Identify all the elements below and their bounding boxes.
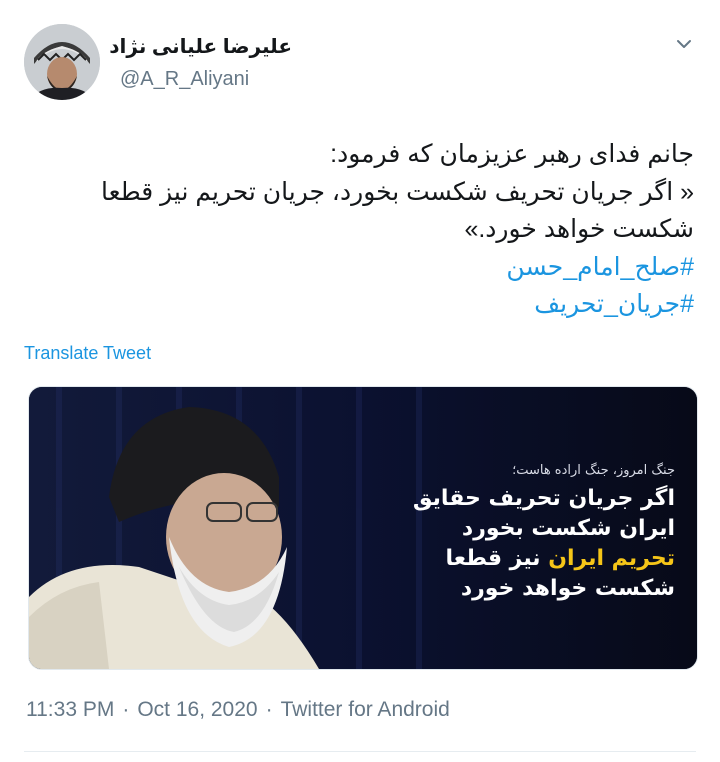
- tweet-line-1: جانم فدای رهبر عزیزمان که فرمود:: [330, 140, 694, 168]
- media-line-3-rest: نیز قطعا: [445, 546, 549, 571]
- avatar-photo: [24, 24, 100, 100]
- media-line-1: اگر جریان تحریف حقایق: [412, 486, 675, 511]
- tweet-date[interactable]: Oct 16, 2020: [137, 698, 257, 721]
- hashtag-link-1[interactable]: #صلح_امام_حسن: [26, 249, 694, 287]
- tweet-body: جانم فدای رهبر عزیزمان که فرمود: « اگر ج…: [26, 136, 694, 324]
- tweet-metadata: 11:33 PM · Oct 16, 2020 · Twitter for Androi…: [26, 698, 450, 722]
- media-line-2: ایران شکست بخورد: [461, 516, 675, 541]
- tweet-line-2: « اگر جریان تحریف شکست بخورد، جریان تحری…: [101, 177, 694, 206]
- author-display-name[interactable]: علیرضا علیانی نژاد: [109, 34, 292, 59]
- tweet-time[interactable]: 11:33 PM: [26, 698, 114, 721]
- tweet-line-3: شکست خواهد خورد.»: [464, 215, 694, 243]
- author-username[interactable]: @A_R_Aliyani: [120, 68, 249, 91]
- media-line-4: شکست خواهد خورد: [460, 576, 675, 601]
- tweet-media-image[interactable]: جنگ امروز، جنگ اراده هاست؛ اگر جریان تحر…: [28, 386, 698, 670]
- tweet-header: علیرضا علیانی نژاد @A_R_Aliyani: [0, 0, 720, 120]
- media-caption-small: جنگ امروز، جنگ اراده هاست؛: [512, 463, 675, 478]
- chevron-down-icon[interactable]: [670, 30, 698, 58]
- avatar[interactable]: [24, 24, 100, 100]
- meta-separator: ·: [265, 698, 273, 721]
- hashtag-link-2[interactable]: #جریان_تحریف: [26, 286, 694, 324]
- divider: [24, 751, 696, 752]
- media-line-3-highlight: تحریم ایران: [548, 546, 675, 571]
- media-overlay-text: جنگ امروز، جنگ اراده هاست؛ اگر جریان تحر…: [395, 463, 675, 604]
- translate-tweet-link[interactable]: Translate Tweet: [24, 343, 151, 364]
- media-line-3: تحریم ایران نیز قطعا: [395, 544, 675, 574]
- tweet-source-link[interactable]: Twitter for Android: [281, 698, 450, 721]
- meta-separator: ·: [122, 698, 130, 721]
